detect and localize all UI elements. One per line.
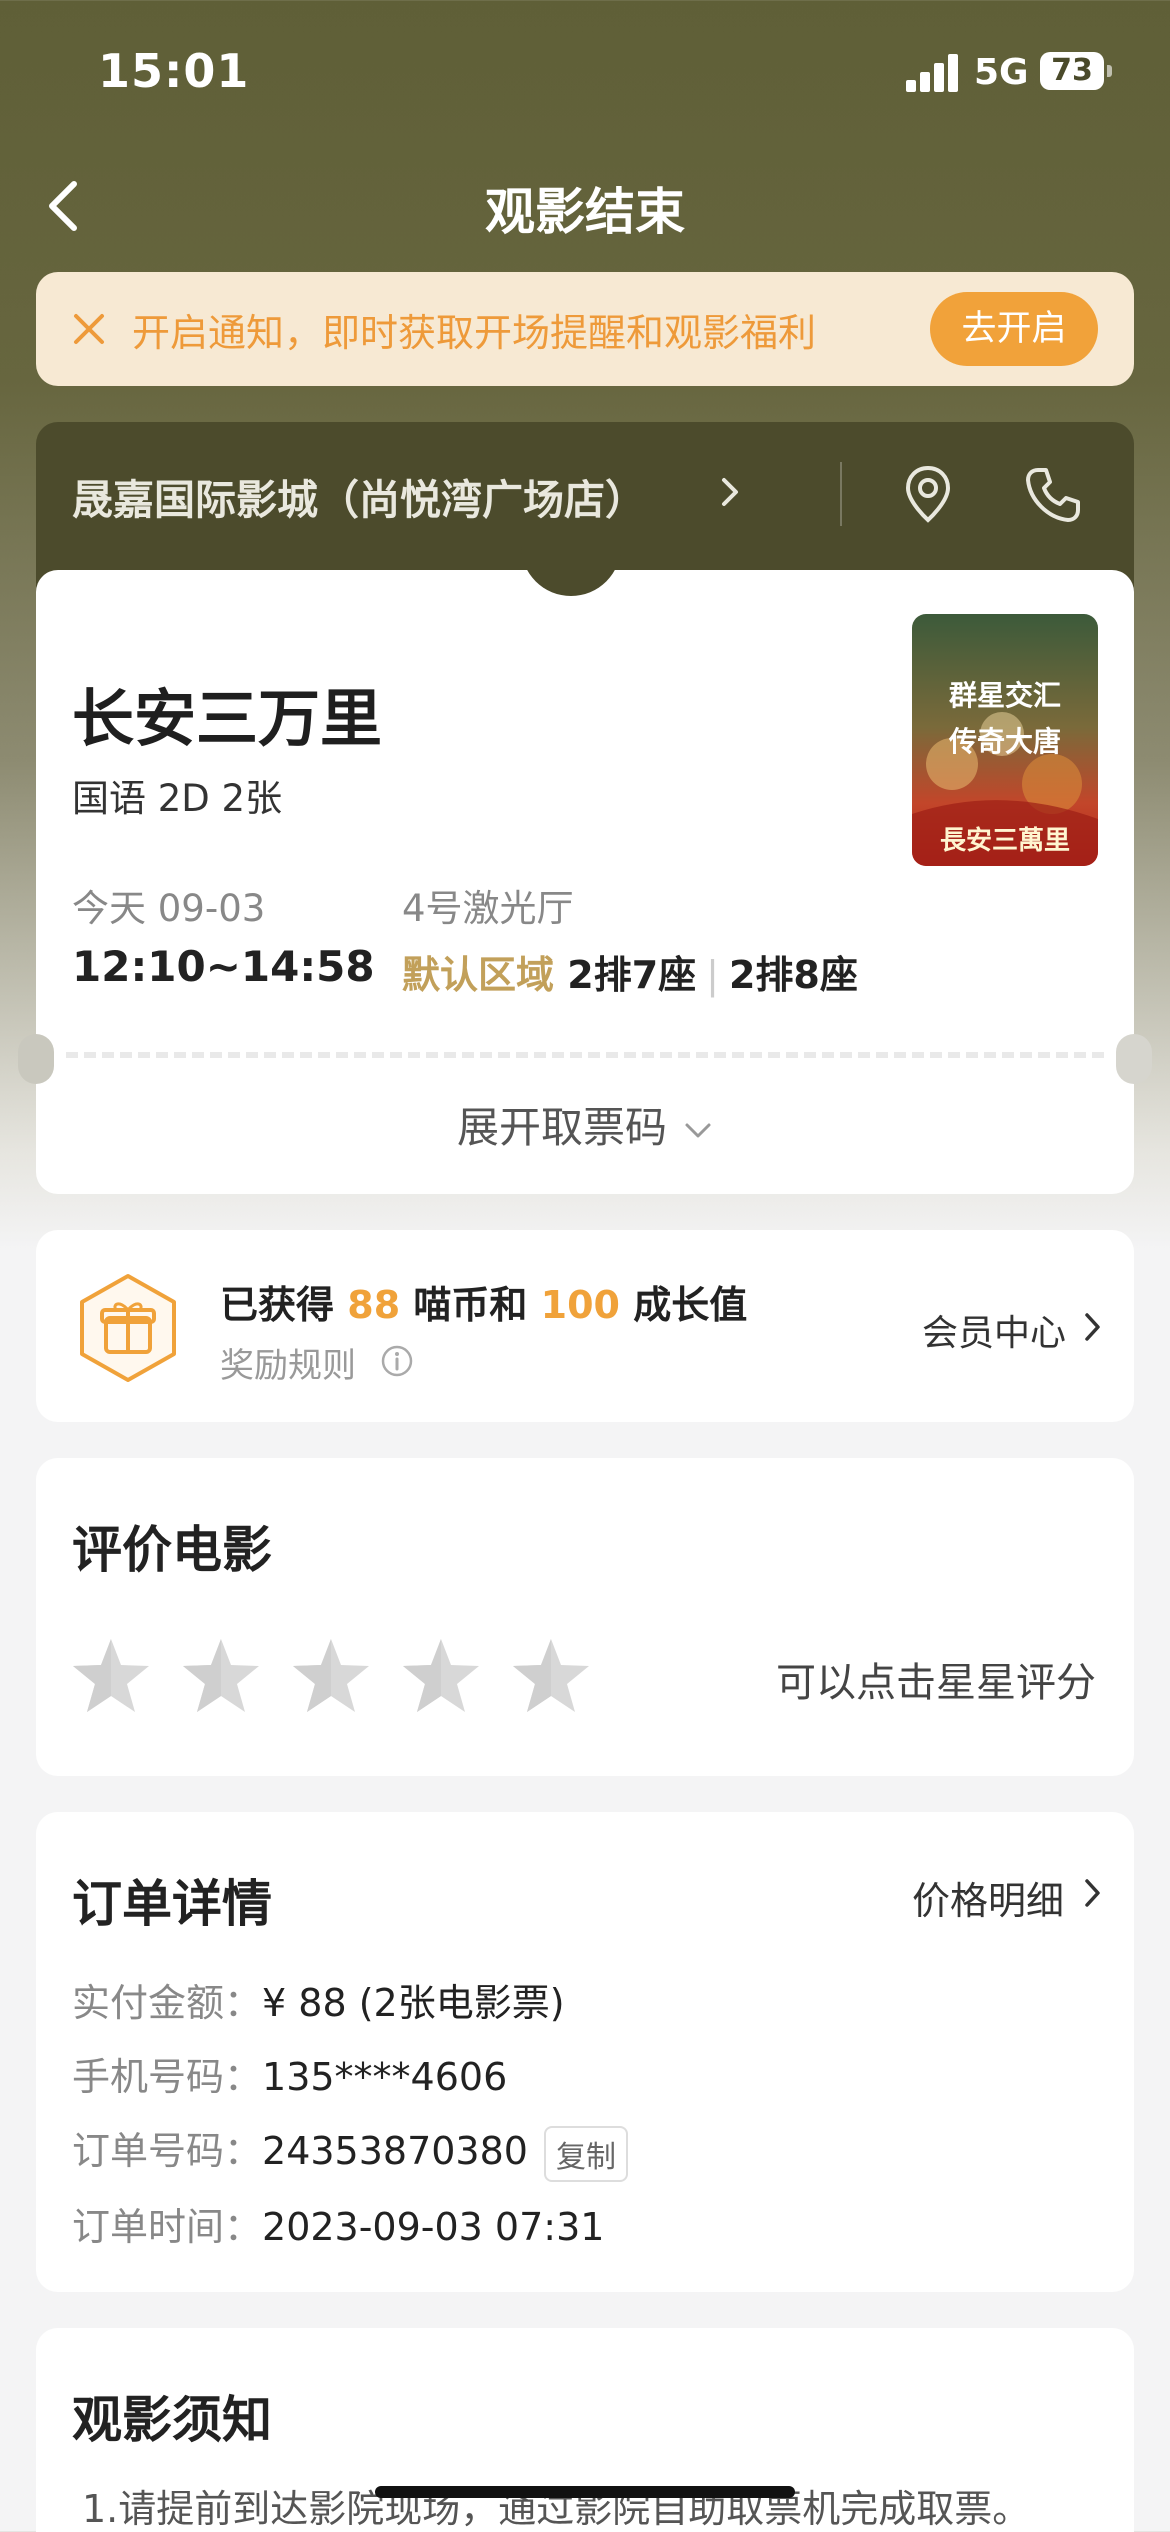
seat-info: 默认区域 2排7座 | 2排8座 <box>402 944 858 999</box>
location-icon[interactable] <box>896 462 960 526</box>
reward-summary: 已获得 88 喵币和 100 成长值 <box>220 1274 747 1329</box>
viewing-notice-title: 观影须知 <box>72 2391 272 2449</box>
movie-format: 国语 2D 2张 <box>72 777 283 820</box>
show-date: 今天 09-03 <box>72 887 266 930</box>
phone-icon[interactable] <box>1020 462 1084 526</box>
member-center-link[interactable]: 会员中心 <box>922 1304 1066 1356</box>
enable-notification-button[interactable]: 去开启 <box>930 292 1098 366</box>
rating-card: 评价电影 可以点击星星评分 <box>36 1458 1134 1776</box>
info-icon[interactable] <box>380 1344 414 1378</box>
reward-card: 已获得 88 喵币和 100 成长值 奖励规则 会员中心 <box>36 1230 1134 1422</box>
order-row-number: 订单号码：24353870380 复制 <box>72 2120 628 2182</box>
price-detail-link[interactable]: 价格明细 <box>912 1870 1064 1925</box>
ticket-card: 长安三万里 国语 2D 2张 群星交汇 传奇大唐 長安三萬里 今天 09-03 <box>18 546 1152 1194</box>
order-row-phone: 手机号码：135****4606 <box>72 2046 507 2101</box>
seat-zone: 默认区域 <box>402 953 555 997</box>
order-time-value: 2023-09-03 07:31 <box>262 2205 605 2249</box>
reward-growth-unit: 成长值 <box>633 1283 748 1327</box>
close-icon[interactable] <box>70 310 108 348</box>
star-icon[interactable] <box>70 1636 152 1716</box>
chevron-down-icon <box>685 1123 711 1137</box>
phone-label: 手机号码： <box>72 2055 263 2099</box>
reward-prefix: 已获得 <box>220 1283 335 1327</box>
battery-icon: 73 <box>1040 52 1112 90</box>
star-icon[interactable] <box>290 1636 372 1716</box>
page-title: 观影结束 <box>485 183 685 241</box>
reward-growth: 100 <box>540 1283 620 1327</box>
rating-hint: 可以点击星星评分 <box>776 1660 1096 1706</box>
order-time-label: 订单时间： <box>72 2205 263 2249</box>
order-row-time: 订单时间：2023-09-03 07:31 <box>72 2196 604 2251</box>
gift-icon <box>76 1272 180 1384</box>
chevron-right-icon <box>1082 1310 1104 1344</box>
status-time: 15:01 <box>98 44 250 98</box>
ticket-notch <box>521 546 621 596</box>
cinema-name-link[interactable]: 晟嘉国际影城（尚悦湾广场店） <box>72 466 646 526</box>
rating-title: 评价电影 <box>72 1521 272 1579</box>
poster-tagline-2: 传奇大唐 <box>948 725 1061 758</box>
order-number-value: 24353870380 <box>262 2129 528 2173</box>
notification-banner: 开启通知，即时获取开场提醒和观影福利 去开启 <box>36 272 1134 386</box>
seat-1: 2排7座 <box>567 953 697 997</box>
show-time: 12:10~14:58 <box>72 942 375 991</box>
ticket-hole-right <box>1116 1034 1152 1084</box>
seat-2: 2排8座 <box>728 953 858 997</box>
seat-separator: | <box>706 953 719 997</box>
signal-icon <box>906 52 960 92</box>
reward-coins-unit: 喵币和 <box>413 1283 528 1327</box>
status-bar: 15:01 5G 73 <box>0 0 1170 150</box>
notification-text: 开启通知，即时获取开场提醒和观影福利 <box>132 311 817 355</box>
star-icon[interactable] <box>180 1636 262 1716</box>
order-title: 订单详情 <box>72 1875 272 1933</box>
star-icon[interactable] <box>400 1636 482 1716</box>
order-row-paid: 实付金额：¥ 88 (2张电影票) <box>72 1972 565 2027</box>
phone-value: 135****4606 <box>262 2055 508 2099</box>
viewing-notice-card: 观影须知 1.请提前到达影院现场，通过影院自助取票机完成取票。 <box>36 2328 1134 2532</box>
poster-logo: 長安三萬里 <box>939 826 1070 856</box>
chevron-right-icon <box>1082 1876 1104 1910</box>
network-type: 5G <box>974 52 1029 93</box>
expand-label: 展开取票码 <box>456 1103 667 1152</box>
chevron-right-icon <box>716 474 746 510</box>
hall-name: 4号激光厅 <box>402 887 574 930</box>
copy-button[interactable]: 复制 <box>543 2125 628 2182</box>
expand-ticket-code-button[interactable]: 展开取票码 <box>36 1094 1134 1155</box>
movie-poster[interactable]: 群星交汇 传奇大唐 長安三萬里 <box>912 614 1098 866</box>
reward-coins: 88 <box>347 1283 401 1327</box>
order-details-card: 订单详情 价格明细 实付金额：¥ 88 (2张电影票) 手机号码：135****… <box>36 1812 1134 2292</box>
home-indicator <box>375 2486 795 2498</box>
paid-label: 实付金额： <box>72 1981 263 2025</box>
poster-tagline-1: 群星交汇 <box>948 679 1061 712</box>
movie-title: 长安三万里 <box>72 682 383 755</box>
divider <box>840 462 842 526</box>
perforation-line <box>66 1052 1104 1058</box>
reward-rules-link[interactable]: 奖励规则 <box>220 1338 356 1387</box>
ticket-hole-left <box>18 1034 54 1084</box>
order-number-label: 订单号码： <box>72 2129 263 2173</box>
paid-value: ¥ 88 (2张电影票) <box>262 1981 565 2025</box>
star-icon[interactable] <box>510 1636 592 1716</box>
